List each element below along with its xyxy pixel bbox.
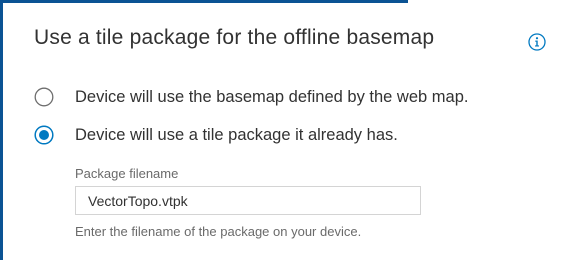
info-icon[interactable] [528, 33, 546, 51]
left-accent-bar [0, 0, 3, 260]
radio-button-selected[interactable] [34, 125, 54, 145]
top-accent-bar [0, 0, 408, 3]
radio-option-webmap-basemap[interactable]: Device will use the basemap defined by t… [34, 85, 468, 109]
offline-basemap-panel: Use a tile package for the offline basem… [0, 0, 563, 260]
radio-button-unselected[interactable] [34, 87, 54, 107]
radio-label-webmap-basemap: Device will use the basemap defined by t… [75, 87, 469, 106]
section-title: Use a tile package for the offline basem… [34, 26, 435, 49]
package-filename-hint: Enter the filename of the package on you… [75, 224, 362, 239]
radio-label-tile-package: Device will use a tile package it alread… [75, 125, 398, 144]
radio-option-tile-package[interactable]: Device will use a tile package it alread… [34, 123, 398, 147]
package-filename-input[interactable] [75, 186, 421, 215]
package-filename-label: Package filename [75, 166, 179, 181]
